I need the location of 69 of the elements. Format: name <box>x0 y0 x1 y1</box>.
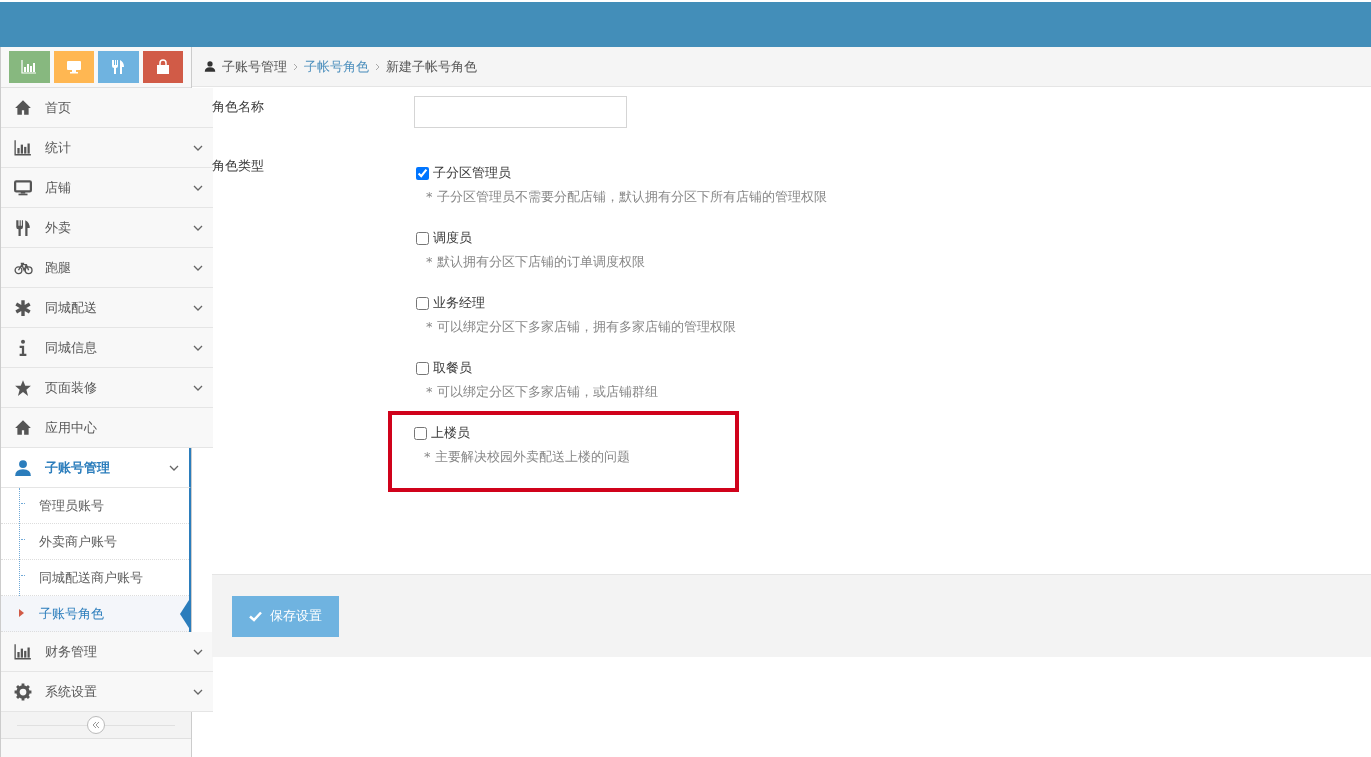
field-label: 角色名称 <box>212 98 265 116</box>
user-icon <box>13 458 33 477</box>
submenu-item[interactable]: 管理员账号 <box>1 488 189 524</box>
home-icon <box>13 418 33 437</box>
chevron-down-icon <box>193 344 203 351</box>
role-note: * 主要解决校园外卖配送上楼的问题 <box>424 448 630 466</box>
monitor-icon <box>13 178 33 197</box>
breadcrumb-text: 新建子帐号角色 <box>386 57 477 76</box>
star-icon <box>13 378 33 397</box>
monitor-icon <box>65 59 82 75</box>
fork-knife-icon <box>110 59 127 75</box>
sidebar-item[interactable]: 跑腿 <box>1 248 213 288</box>
triangle-icon <box>19 609 24 617</box>
role-note: * 可以绑定分区下多家店铺，拥有多家店铺的管理权限 <box>426 318 736 336</box>
sidebar-item[interactable]: 统计 <box>1 128 213 168</box>
checkmark-icon <box>249 610 262 622</box>
checkbox-label[interactable]: 上楼员 <box>431 424 470 442</box>
checkbox[interactable] <box>416 231 429 245</box>
chevron-right-icon <box>293 62 298 71</box>
field-label: 角色类型 <box>212 157 265 175</box>
breadcrumb-text: 子账号管理 <box>222 57 287 76</box>
sidebar-item[interactable]: 同城信息 <box>1 328 213 368</box>
checkbox[interactable] <box>416 296 429 310</box>
chevron-right-icon <box>375 62 380 71</box>
sidebar-item[interactable]: 外卖 <box>1 208 213 248</box>
sidebar-item[interactable]: 应用中心 <box>1 408 213 448</box>
bar-chart-icon <box>13 642 33 661</box>
checkbox[interactable] <box>416 361 429 375</box>
user-icon <box>204 60 216 73</box>
shopping-bag-icon <box>154 59 171 75</box>
chevron-down-icon <box>193 264 203 271</box>
checkbox-label[interactable]: 子分区管理员 <box>433 164 511 182</box>
sidebar-item[interactable]: 财务管理 <box>1 632 213 672</box>
submenu-item[interactable]: 外卖商户账号 <box>1 524 189 560</box>
double-chevron-left-icon <box>92 721 100 729</box>
chevron-down-icon <box>193 224 203 231</box>
shortcut-button[interactable] <box>9 51 50 83</box>
role-note: * 默认拥有分区下店铺的订单调度权限 <box>426 253 645 271</box>
checkbox[interactable] <box>414 426 427 440</box>
role-name-input[interactable] <box>414 96 627 128</box>
chevron-down-icon <box>193 184 203 191</box>
submenu-item[interactable]: 子账号角色 <box>1 596 189 632</box>
chevron-down-icon <box>193 144 203 151</box>
gear-icon <box>13 682 33 701</box>
home-icon <box>13 98 33 117</box>
sidebar-item[interactable]: 首页 <box>1 88 213 128</box>
chevron-down-icon <box>169 464 179 471</box>
role-note: * 可以绑定分区下多家店铺，或店铺群组 <box>426 383 658 401</box>
asterisk-icon <box>13 298 33 317</box>
checkbox-label[interactable]: 取餐员 <box>433 359 472 377</box>
shortcut-button[interactable] <box>142 51 183 83</box>
sidebar-item[interactable]: 子账号管理 <box>1 448 191 488</box>
sidebar-item[interactable]: 店铺 <box>1 168 213 208</box>
fork-knife-icon <box>13 218 33 237</box>
sidebar-item[interactable]: 页面装修 <box>1 368 213 408</box>
shortcut-button[interactable] <box>98 51 139 83</box>
bar-chart-icon <box>21 59 38 75</box>
chevron-down-icon <box>193 304 203 311</box>
checkbox-label[interactable]: 调度员 <box>433 229 472 247</box>
collapse-button[interactable] <box>87 716 105 734</box>
chevron-down-icon <box>193 648 203 655</box>
checkbox[interactable] <box>416 166 429 180</box>
sidebar-item[interactable]: 系统设置 <box>1 672 213 712</box>
checkbox-label[interactable]: 业务经理 <box>433 294 485 312</box>
role-note: * 子分区管理员不需要分配店铺，默认拥有分区下所有店铺的管理权限 <box>426 188 827 206</box>
chevron-down-icon <box>193 688 203 695</box>
chevron-down-icon <box>193 384 203 391</box>
bar-chart-icon <box>13 138 33 157</box>
sidebar-item[interactable]: 同城配送 <box>1 288 213 328</box>
